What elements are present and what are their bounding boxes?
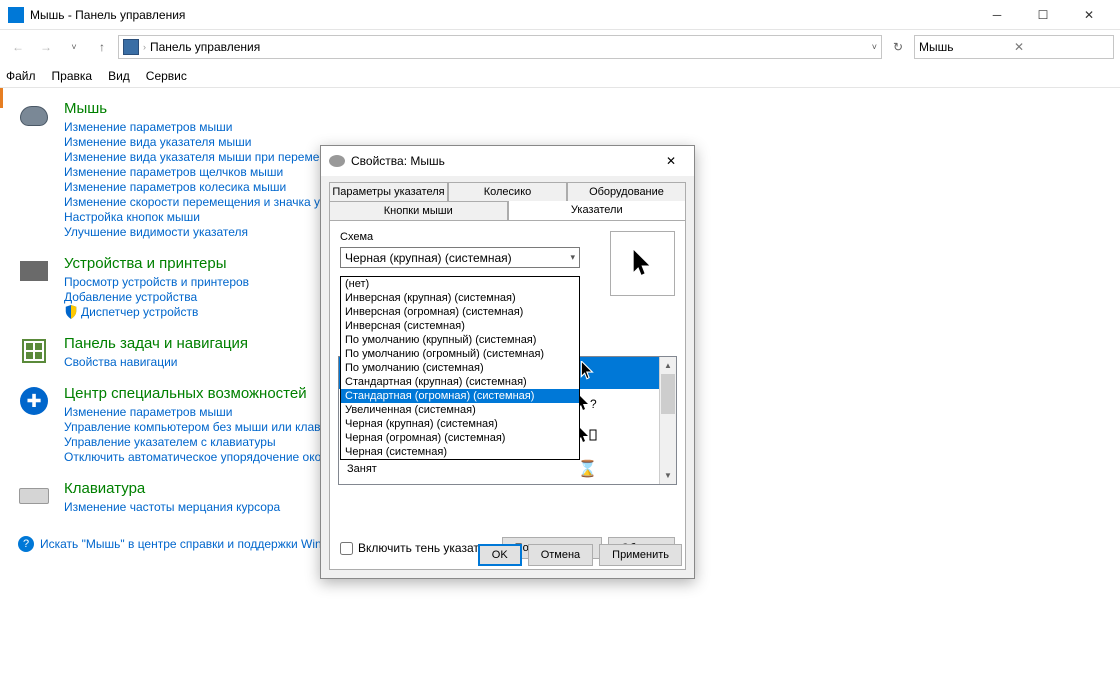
shadow-checkbox[interactable] <box>340 542 353 555</box>
menu-service[interactable]: Сервис <box>146 69 187 83</box>
tab-hardware[interactable]: Оборудование <box>567 182 686 201</box>
dropdown-item[interactable]: По умолчанию (огромный) (системная) <box>341 347 579 361</box>
scroll-thumb[interactable] <box>661 374 675 414</box>
forward-button[interactable]: → <box>34 35 58 59</box>
printer-icon <box>20 261 48 281</box>
search-value: Мышь <box>919 40 1014 54</box>
scroll-up-icon[interactable]: ▲ <box>660 357 676 374</box>
section-access-heading[interactable]: Центр специальных возможностей <box>64 385 360 402</box>
window-title: Мышь - Панель управления <box>30 8 974 22</box>
mouse-link-0[interactable]: Изменение параметров мыши <box>64 120 406 134</box>
dropdown-item[interactable]: По умолчанию (крупный) (системная) <box>341 333 579 347</box>
mouse-icon <box>20 106 48 126</box>
shadow-checkbox-row[interactable]: Включить тень указателя <box>340 541 499 555</box>
section-keyboard-heading[interactable]: Клавиатура <box>64 480 280 497</box>
navbar: ← → ˅ ↑ › Панель управления ˅ ↻ Мышь ✕ <box>0 30 1120 64</box>
help-icon: ? <box>18 536 34 552</box>
dropdown-item[interactable]: Черная (системная) <box>341 445 579 459</box>
tab-body: Схема Черная (крупная) (системная) ▾ (не… <box>329 220 686 570</box>
taskbar-icon <box>22 339 46 363</box>
clear-search-icon[interactable]: ✕ <box>1014 40 1109 54</box>
tab-container: Параметры указателя Колесико Оборудовани… <box>321 176 694 220</box>
accent-stripe <box>0 88 3 108</box>
access-link-2[interactable]: Управление указателем с клавиатуры <box>64 435 360 449</box>
taskbar-link-0[interactable]: Свойства навигации <box>64 355 248 369</box>
menu-edit[interactable]: Правка <box>52 69 93 83</box>
dropdown-item[interactable]: Стандартная (крупная) (системная) <box>341 375 579 389</box>
accessibility-icon: ✚ <box>20 387 48 415</box>
hourglass-glyph: ⌛ <box>508 459 669 479</box>
dialog-buttons: OK Отмена Применить <box>478 544 682 566</box>
dropdown-item[interactable]: Черная (огромная) (системная) <box>341 431 579 445</box>
dropdown-item[interactable]: По умолчанию (системная) <box>341 361 579 375</box>
printers-link-1[interactable]: Добавление устройства <box>64 290 249 304</box>
dialog-mouse-icon <box>329 155 345 167</box>
scheme-dropdown[interactable]: (нет) Инверсная (крупная) (системная) Ин… <box>340 276 580 460</box>
chevron-down-icon: ▾ <box>570 252 575 263</box>
minimize-button[interactable]: ─ <box>974 0 1020 30</box>
section-taskbar-heading[interactable]: Панель задач и навигация <box>64 335 248 352</box>
app-icon <box>8 7 24 23</box>
dropdown-item-selected[interactable]: Стандартная (огромная) (системная) <box>341 389 579 403</box>
dropdown-item[interactable]: Инверсная (крупная) (системная) <box>341 291 579 305</box>
printers-link-0[interactable]: Просмотр устройств и принтеров <box>64 275 249 289</box>
keyboard-link-0[interactable]: Изменение частоты мерцания курсора <box>64 500 280 514</box>
recent-dropdown[interactable]: ˅ <box>62 35 86 59</box>
dropdown-item[interactable]: Черная (крупная) (системная) <box>341 417 579 431</box>
close-button[interactable]: ✕ <box>1066 0 1112 30</box>
dropdown-item[interactable]: (нет) <box>341 277 579 291</box>
menu-file[interactable]: Файл <box>6 69 36 83</box>
dialog-title: Свойства: Мышь <box>351 154 650 168</box>
tab-wheel[interactable]: Колесико <box>448 182 567 201</box>
maximize-button[interactable]: ☐ <box>1020 0 1066 30</box>
apply-button[interactable]: Применить <box>599 544 682 566</box>
tab-pointers[interactable]: Указатели <box>508 201 687 220</box>
control-panel-icon <box>123 39 139 55</box>
menu-view[interactable]: Вид <box>108 69 130 83</box>
back-button[interactable]: ← <box>6 35 30 59</box>
scheme-combo[interactable]: Черная (крупная) (системная) ▾ <box>340 247 580 268</box>
printers-link-2[interactable]: Диспетчер устройств <box>64 305 249 319</box>
cancel-button[interactable]: Отмена <box>528 544 593 566</box>
section-printers-heading[interactable]: Устройства и принтеры <box>64 255 249 272</box>
dropdown-item[interactable]: Инверсная (огромная) (системная) <box>341 305 579 319</box>
dropdown-item[interactable]: Инверсная (системная) <box>341 319 579 333</box>
titlebar: Мышь - Панель управления ─ ☐ ✕ <box>0 0 1120 30</box>
menubar: Файл Правка Вид Сервис <box>0 64 1120 88</box>
scheme-combo-value: Черная (крупная) (системная) <box>345 251 570 265</box>
ok-button[interactable]: OK <box>478 544 522 566</box>
cursor-preview <box>610 231 675 296</box>
section-mouse-heading[interactable]: Мышь <box>64 100 406 117</box>
refresh-button[interactable]: ↻ <box>886 35 910 59</box>
scroll-down-icon[interactable]: ▼ <box>660 467 676 484</box>
mouse-properties-dialog: Свойства: Мышь ✕ Параметры указателя Кол… <box>320 145 695 579</box>
access-link-0[interactable]: Изменение параметров мыши <box>64 405 360 419</box>
svg-text:?: ? <box>590 397 597 411</box>
keyboard-icon <box>19 488 49 504</box>
dropdown-item[interactable]: Увеличенная (системная) <box>341 403 579 417</box>
dialog-close-button[interactable]: ✕ <box>656 146 686 176</box>
up-button[interactable]: ↑ <box>90 35 114 59</box>
scrollbar[interactable]: ▲ ▼ <box>659 357 676 484</box>
tab-pointer-options[interactable]: Параметры указателя <box>329 182 448 201</box>
tab-buttons[interactable]: Кнопки мыши <box>329 201 508 220</box>
shield-icon <box>64 305 78 319</box>
access-link-3[interactable]: Отключить автоматическое упорядочение ок… <box>64 450 360 464</box>
search-box[interactable]: Мышь ✕ <box>914 35 1114 59</box>
address-bar[interactable]: › Панель управления ˅ <box>118 35 882 59</box>
address-text: Панель управления <box>150 40 260 54</box>
access-link-1[interactable]: Управление компьютером без мыши или клав… <box>64 420 360 434</box>
dialog-titlebar: Свойства: Мышь ✕ <box>321 146 694 176</box>
